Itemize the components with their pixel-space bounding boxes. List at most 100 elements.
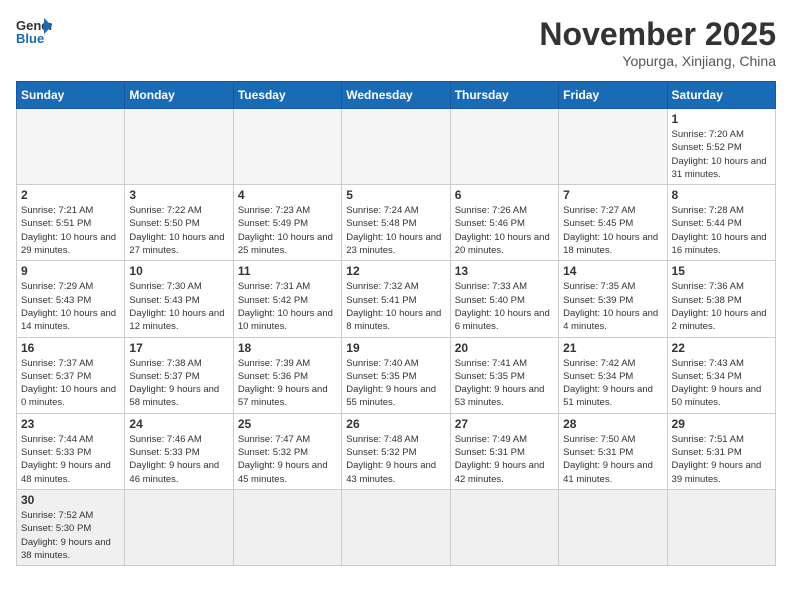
col-monday: Monday	[125, 82, 233, 109]
day-info-8: Sunrise: 7:28 AMSunset: 5:44 PMDaylight:…	[672, 204, 771, 257]
day-number-25: 25	[238, 417, 337, 431]
col-sunday: Sunday	[17, 82, 125, 109]
day-info-19: Sunrise: 7:40 AMSunset: 5:35 PMDaylight:…	[346, 357, 445, 410]
day-info-30: Sunrise: 7:52 AMSunset: 5:30 PMDaylight:…	[21, 509, 120, 562]
day-info-1: Sunrise: 7:20 AMSunset: 5:52 PMDaylight:…	[672, 128, 771, 181]
day-info-10: Sunrise: 7:30 AMSunset: 5:43 PMDaylight:…	[129, 280, 228, 333]
calendar-week: 9Sunrise: 7:29 AMSunset: 5:43 PMDaylight…	[17, 261, 776, 337]
day-number-29: 29	[672, 417, 771, 431]
day-info-2: Sunrise: 7:21 AMSunset: 5:51 PMDaylight:…	[21, 204, 120, 257]
day-22: 22Sunrise: 7:43 AMSunset: 5:34 PMDayligh…	[667, 337, 775, 413]
day-number-24: 24	[129, 417, 228, 431]
day-7: 7 Sunrise: 7:27 AMSunset: 5:45 PMDaylight…	[559, 185, 667, 261]
day-info-9: Sunrise: 7:29 AMSunset: 5:43 PMDaylight:…	[21, 280, 120, 333]
calendar-table: Sunday Monday Tuesday Wednesday Thursday…	[16, 81, 776, 566]
day-info-13: Sunrise: 7:33 AMSunset: 5:40 PMDaylight:…	[455, 280, 554, 333]
empty-cell	[233, 489, 341, 565]
day-info-24: Sunrise: 7:46 AMSunset: 5:33 PMDaylight:…	[129, 433, 228, 486]
day-number-22: 22	[672, 341, 771, 355]
day-number-7: 7	[563, 188, 662, 202]
empty-cell	[450, 109, 558, 185]
day-number-2: 2	[21, 188, 120, 202]
title-block: November 2025 Yopurga, Xinjiang, China	[539, 16, 776, 69]
calendar-week: 16 Sunrise: 7:37 AMSunset: 5:37 PMDayligh…	[17, 337, 776, 413]
day-6: 6Sunrise: 7:26 AMSunset: 5:46 PMDaylight…	[450, 185, 558, 261]
day-number-4: 4	[238, 188, 337, 202]
calendar-week: 23 Sunrise: 7:44 AMSunset: 5:33 PMDayligh…	[17, 413, 776, 489]
day-4: 4 Sunrise: 7:23 AMSunset: 5:49 PMDaylight…	[233, 185, 341, 261]
day-number-8: 8	[672, 188, 771, 202]
day-14: 14Sunrise: 7:35 AMSunset: 5:39 PMDayligh…	[559, 261, 667, 337]
day-info-18: Sunrise: 7:39 AMSunset: 5:36 PMDaylight:…	[238, 357, 337, 410]
day-info-7: Sunrise: 7:27 AMSunset: 5:45 PMDaylight:…	[563, 204, 662, 257]
col-saturday: Saturday	[667, 82, 775, 109]
day-number-5: 5	[346, 188, 445, 202]
day-11: 11Sunrise: 7:31 AMSunset: 5:42 PMDayligh…	[233, 261, 341, 337]
day-number-30: 30	[21, 493, 120, 507]
empty-cell	[559, 109, 667, 185]
empty-cell	[17, 109, 125, 185]
location: Yopurga, Xinjiang, China	[539, 53, 776, 69]
day-info-21: Sunrise: 7:42 AMSunset: 5:34 PMDaylight:…	[563, 357, 662, 410]
empty-cell	[342, 109, 450, 185]
day-number-12: 12	[346, 264, 445, 278]
day-number-23: 23	[21, 417, 120, 431]
day-24: 24 Sunrise: 7:46 AMSunset: 5:33 PMDayligh…	[125, 413, 233, 489]
day-21: 21 Sunrise: 7:42 AMSunset: 5:34 PMDayligh…	[559, 337, 667, 413]
col-wednesday: Wednesday	[342, 82, 450, 109]
day-number-20: 20	[455, 341, 554, 355]
day-info-5: Sunrise: 7:24 AMSunset: 5:48 PMDaylight:…	[346, 204, 445, 257]
day-27: 27 Sunrise: 7:49 AMSunset: 5:31 PMDayligh…	[450, 413, 558, 489]
day-info-15: Sunrise: 7:36 AMSunset: 5:38 PMDaylight:…	[672, 280, 771, 333]
calendar-week: 2 Sunrise: 7:21 AMSunset: 5:51 PMDaylight…	[17, 185, 776, 261]
logo: General Blue	[16, 16, 52, 46]
day-info-26: Sunrise: 7:48 AMSunset: 5:32 PMDaylight:…	[346, 433, 445, 486]
day-3: 3Sunrise: 7:22 AMSunset: 5:50 PMDaylight…	[125, 185, 233, 261]
svg-text:Blue: Blue	[16, 31, 44, 46]
day-23: 23 Sunrise: 7:44 AMSunset: 5:33 PMDayligh…	[17, 413, 125, 489]
day-info-27: Sunrise: 7:49 AMSunset: 5:31 PMDaylight:…	[455, 433, 554, 486]
empty-cell	[559, 489, 667, 565]
day-28: 28Sunrise: 7:50 AMSunset: 5:31 PMDayligh…	[559, 413, 667, 489]
day-5: 5 Sunrise: 7:24 AMSunset: 5:48 PMDaylight…	[342, 185, 450, 261]
day-25: 25 Sunrise: 7:47 AMSunset: 5:32 PMDayligh…	[233, 413, 341, 489]
day-number-14: 14	[563, 264, 662, 278]
day-number-15: 15	[672, 264, 771, 278]
col-tuesday: Tuesday	[233, 82, 341, 109]
day-20: 20 Sunrise: 7:41 AMSunset: 5:35 PMDayligh…	[450, 337, 558, 413]
day-10: 10 Sunrise: 7:30 AMSunset: 5:43 PMDayligh…	[125, 261, 233, 337]
col-thursday: Thursday	[450, 82, 558, 109]
day-30: 30 Sunrise: 7:52 AMSunset: 5:30 PMDayligh…	[17, 489, 125, 565]
page-header: General Blue November 2025 Yopurga, Xinj…	[16, 16, 776, 69]
day-26: 26Sunrise: 7:48 AMSunset: 5:32 PMDayligh…	[342, 413, 450, 489]
day-number-16: 16	[21, 341, 120, 355]
day-info-23: Sunrise: 7:44 AMSunset: 5:33 PMDaylight:…	[21, 433, 120, 486]
calendar-week: 30 Sunrise: 7:52 AMSunset: 5:30 PMDayligh…	[17, 489, 776, 565]
day-17: 17Sunrise: 7:38 AMSunset: 5:37 PMDayligh…	[125, 337, 233, 413]
day-info-28: Sunrise: 7:50 AMSunset: 5:31 PMDaylight:…	[563, 433, 662, 486]
day-15: 15 Sunrise: 7:36 AMSunset: 5:38 PMDayligh…	[667, 261, 775, 337]
day-info-29: Sunrise: 7:51 AMSunset: 5:31 PMDaylight:…	[672, 433, 771, 486]
day-info-16: Sunrise: 7:37 AMSunset: 5:37 PMDaylight:…	[21, 357, 120, 410]
calendar-week-1: 1Sunrise: 7:20 AMSunset: 5:52 PMDaylight…	[17, 109, 776, 185]
day-info-20: Sunrise: 7:41 AMSunset: 5:35 PMDaylight:…	[455, 357, 554, 410]
day-info-11: Sunrise: 7:31 AMSunset: 5:42 PMDaylight:…	[238, 280, 337, 333]
day-9: 9Sunrise: 7:29 AMSunset: 5:43 PMDaylight…	[17, 261, 125, 337]
day-number-17: 17	[129, 341, 228, 355]
day-number-18: 18	[238, 341, 337, 355]
day-8: 8 Sunrise: 7:28 AMSunset: 5:44 PMDaylight…	[667, 185, 775, 261]
day-number-6: 6	[455, 188, 554, 202]
day-info-25: Sunrise: 7:47 AMSunset: 5:32 PMDaylight:…	[238, 433, 337, 486]
day-info-4: Sunrise: 7:23 AMSunset: 5:49 PMDaylight:…	[238, 204, 337, 257]
day-number-10: 10	[129, 264, 228, 278]
day-12: 12Sunrise: 7:32 AMSunset: 5:41 PMDayligh…	[342, 261, 450, 337]
day-19: 19Sunrise: 7:40 AMSunset: 5:35 PMDayligh…	[342, 337, 450, 413]
month-title: November 2025	[539, 16, 776, 53]
day-info-3: Sunrise: 7:22 AMSunset: 5:50 PMDaylight:…	[129, 204, 228, 257]
empty-cell	[233, 109, 341, 185]
day-number-21: 21	[563, 341, 662, 355]
day-18: 18 Sunrise: 7:39 AMSunset: 5:36 PMDayligh…	[233, 337, 341, 413]
day-number-27: 27	[455, 417, 554, 431]
empty-cell	[125, 109, 233, 185]
day-number-13: 13	[455, 264, 554, 278]
